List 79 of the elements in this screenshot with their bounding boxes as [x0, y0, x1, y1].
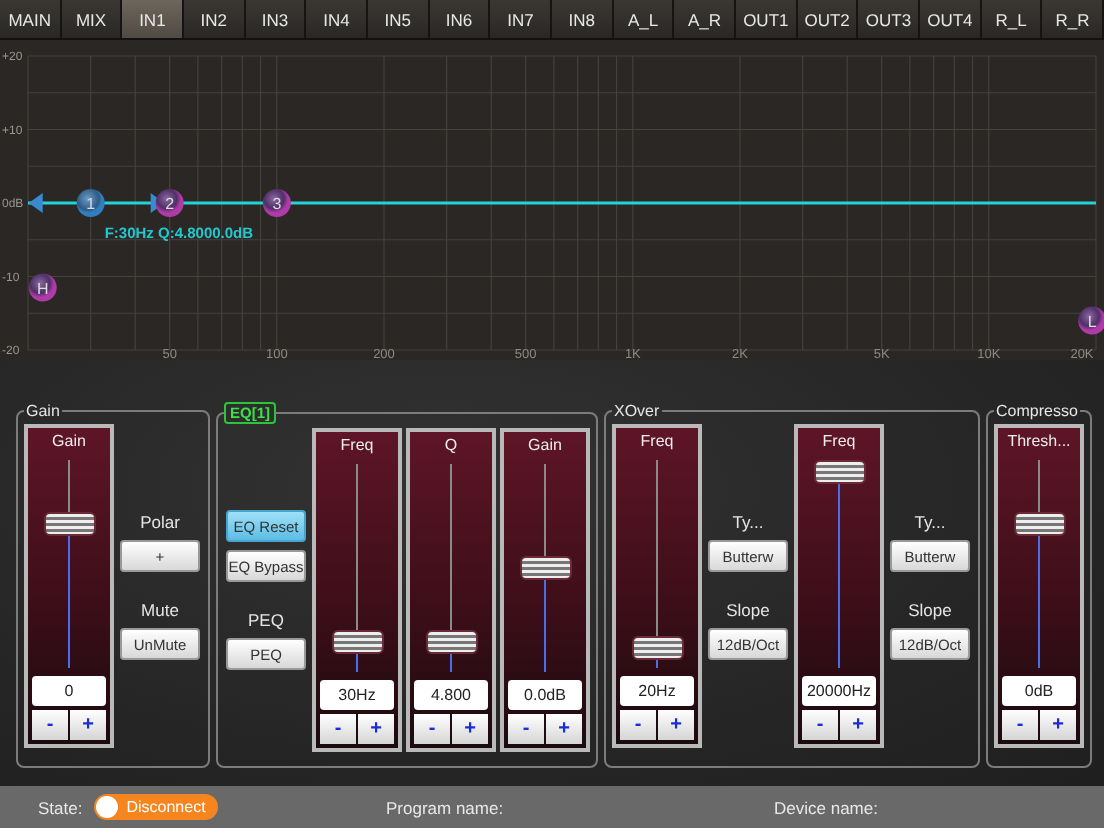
- tab[interactable]: IN2: [184, 0, 246, 38]
- value-field[interactable]: 20000Hz: [802, 676, 876, 706]
- value-field[interactable]: 30Hz: [320, 680, 394, 710]
- strip-title: Freq: [820, 432, 858, 454]
- slider-track[interactable]: [519, 464, 571, 672]
- slider-thumb[interactable]: [1013, 511, 1065, 536]
- decrement-button[interactable]: -: [32, 710, 68, 740]
- filter-node[interactable]: 1: [76, 189, 105, 217]
- tab[interactable]: IN6: [429, 0, 491, 38]
- value-field[interactable]: 0.0dB: [508, 680, 582, 710]
- decrement-button[interactable]: -: [1002, 710, 1038, 740]
- tab[interactable]: IN8: [552, 0, 614, 38]
- value-field[interactable]: 20Hz: [620, 676, 694, 706]
- decrement-button[interactable]: -: [414, 714, 450, 744]
- slider-thumb[interactable]: [425, 629, 477, 654]
- slider-thumb[interactable]: [43, 511, 95, 536]
- control-label: Slope: [906, 600, 954, 620]
- filter-node[interactable]: 2: [155, 189, 184, 217]
- tab[interactable]: OUT4: [920, 0, 982, 38]
- slider-track[interactable]: [425, 464, 477, 672]
- increment-button[interactable]: +: [1040, 710, 1076, 740]
- strip-title: Q: [442, 436, 460, 458]
- increment-button[interactable]: +: [358, 714, 394, 744]
- control-label: Mute: [139, 600, 181, 620]
- slider-track[interactable]: [43, 460, 95, 668]
- strip-title: Freq: [338, 436, 376, 458]
- decrement-button[interactable]: -: [508, 714, 544, 744]
- left-arrow-icon[interactable]: [28, 193, 43, 213]
- decrement-button[interactable]: -: [802, 710, 838, 740]
- group-title: Compresso: [994, 402, 1080, 420]
- value-field[interactable]: 4.800: [414, 680, 488, 710]
- filter-node[interactable]: L: [1078, 306, 1104, 335]
- filter-node[interactable]: H: [28, 273, 57, 302]
- slider-track[interactable]: [1013, 460, 1065, 668]
- slider-thumb[interactable]: [813, 460, 865, 484]
- increment-button[interactable]: +: [840, 710, 876, 740]
- slider-thumb[interactable]: [631, 636, 683, 661]
- tab[interactable]: OUT2: [797, 0, 859, 38]
- tab[interactable]: A_L: [613, 0, 675, 38]
- tab[interactable]: IN4: [306, 0, 369, 38]
- tab[interactable]: IN5: [368, 0, 430, 38]
- tab[interactable]: IN1: [122, 0, 185, 38]
- strip-title: Thresh...: [1005, 432, 1073, 454]
- control-label: Polar: [138, 512, 182, 532]
- slider-thumb[interactable]: [519, 556, 571, 580]
- device-name-label: Device name:: [774, 797, 878, 817]
- slider-track[interactable]: [331, 464, 383, 672]
- increment-button[interactable]: +: [546, 714, 582, 744]
- tab[interactable]: MAIN: [0, 0, 62, 38]
- tab[interactable]: R_R: [1042, 0, 1104, 38]
- filter-node[interactable]: 3: [262, 189, 291, 217]
- control-label: PEQ: [246, 610, 286, 630]
- control-label: Slope: [724, 600, 772, 620]
- strip-title: Gain: [50, 432, 88, 454]
- tab[interactable]: IN7: [490, 0, 553, 38]
- control-label: Ty...: [912, 512, 948, 532]
- increment-button[interactable]: +: [70, 710, 106, 740]
- slider-thumb[interactable]: [331, 629, 383, 654]
- tab[interactable]: MIX: [61, 0, 123, 38]
- tab[interactable]: OUT3: [858, 0, 921, 38]
- value-field[interactable]: 0dB: [1002, 676, 1076, 706]
- value-field[interactable]: 0: [32, 676, 106, 706]
- decrement-button[interactable]: -: [620, 710, 656, 740]
- slider-track[interactable]: [631, 460, 683, 668]
- slider-track[interactable]: [813, 460, 865, 668]
- tab[interactable]: IN3: [245, 0, 307, 38]
- tab[interactable]: OUT1: [736, 0, 798, 38]
- state-label: State:: [38, 797, 83, 817]
- increment-button[interactable]: +: [452, 714, 488, 744]
- tab[interactable]: R_L: [981, 0, 1043, 38]
- strip-title: Freq: [638, 432, 676, 454]
- control-label: Ty...: [730, 512, 766, 532]
- tab[interactable]: A_R: [674, 0, 737, 38]
- group-title: XOver: [612, 402, 662, 420]
- increment-button[interactable]: +: [658, 710, 694, 740]
- strip-title: Gain: [526, 436, 564, 458]
- program-name-label: Program name:: [386, 797, 504, 817]
- group-title: Gain: [24, 402, 62, 420]
- decrement-button[interactable]: -: [320, 714, 356, 744]
